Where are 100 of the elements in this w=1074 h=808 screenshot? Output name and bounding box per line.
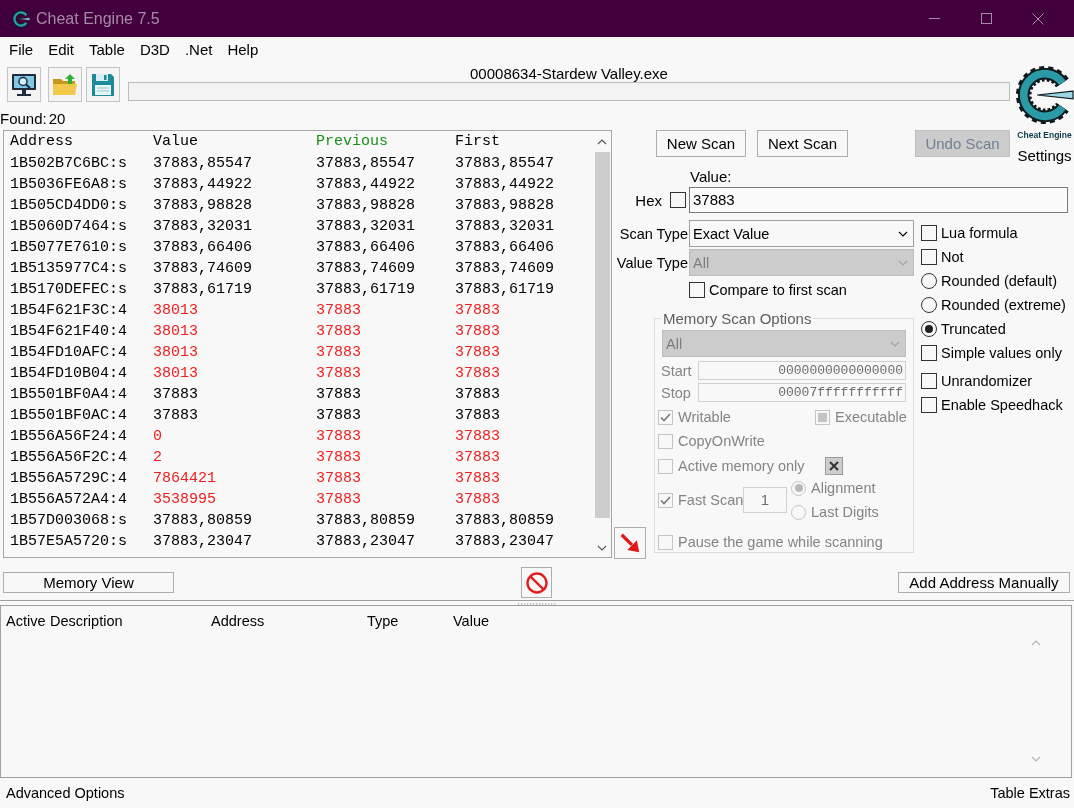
table-cell-text: 37883 xyxy=(316,301,362,321)
column-header[interactable]: Previous xyxy=(316,131,455,153)
x-icon xyxy=(829,461,839,471)
checkbox[interactable] xyxy=(689,281,705,298)
table-cell-text: 1B57E5A5720:s xyxy=(10,532,129,552)
range-label: Stop xyxy=(660,384,692,401)
column-header[interactable]: Active xyxy=(6,613,50,630)
table-cell-text: 37883 xyxy=(455,448,501,468)
table-cell-text: 37883 xyxy=(153,406,199,426)
table-cell-text: 37883,98828 xyxy=(455,196,556,216)
hex-label[interactable]: Hex xyxy=(635,191,662,209)
open-file-button[interactable] xyxy=(48,67,82,102)
table-cell-text: 37883,23047 xyxy=(316,532,417,552)
table-cell-text: 1B54FD10B04:4 xyxy=(10,364,129,384)
column-header[interactable]: Value xyxy=(453,613,489,630)
column-header[interactable]: Address xyxy=(211,613,367,630)
table-cell-text: 37883 xyxy=(316,343,362,363)
checkbox[interactable] xyxy=(921,225,937,241)
save-icon xyxy=(90,72,116,97)
advanced-options-link[interactable]: Advanced Options xyxy=(6,785,125,801)
group-title: Memory Scan Options xyxy=(662,310,813,327)
option-label[interactable]: Rounded (default) xyxy=(941,273,1058,289)
scroll-down-icon xyxy=(1031,756,1041,762)
table-cell-text: 1B556A5729C:4 xyxy=(10,469,129,489)
table-cell-text: 1B5135977C4:s xyxy=(10,259,129,279)
table-cell-text: 37883 xyxy=(455,469,501,489)
table-cell-text: 1B502B7C6BC:s xyxy=(10,154,129,174)
table-cell-text: 37883 xyxy=(455,322,501,342)
scan-type-dropdown[interactable]: Exact Value xyxy=(689,220,914,247)
table-cell-text: 37883 xyxy=(316,469,362,489)
value-input[interactable]: 37883 xyxy=(689,187,1068,213)
menu-item[interactable]: .Net xyxy=(177,40,220,59)
table-cell-text: 37883,44922 xyxy=(316,175,417,195)
option-label[interactable]: Unrandomizer xyxy=(941,373,1033,389)
option-label[interactable]: Simple values only xyxy=(941,345,1062,361)
checkbox[interactable] xyxy=(921,397,937,413)
table-cell-text: 1B54F621F3C:4 xyxy=(10,301,129,321)
table-cell-text: 37883,66406 xyxy=(455,238,556,258)
option-label[interactable]: Truncated xyxy=(941,321,1006,337)
table-cell-text: 38013 xyxy=(153,364,199,384)
table-cell-text: 37883 xyxy=(316,322,362,342)
table-cell-text: 37883,80859 xyxy=(455,511,556,531)
table-cell-text: 1B54F621F40:4 xyxy=(10,322,129,342)
arrow-icon xyxy=(619,532,641,554)
table-cell-text: 37883,61719 xyxy=(455,280,556,300)
option-label[interactable]: Not xyxy=(941,249,964,265)
save-button[interactable] xyxy=(86,67,120,102)
table-cell-text: 37883,23047 xyxy=(153,532,254,552)
new-scan-button[interactable]: New Scan xyxy=(656,130,746,157)
memory-view-button[interactable]: Memory View xyxy=(3,572,174,593)
table-extras-link[interactable]: Table Extras xyxy=(990,785,1070,801)
logo-wordmark: Cheat Engine xyxy=(1017,130,1072,141)
menu-item[interactable]: D3D xyxy=(132,40,178,59)
table-cell-text: 37883,32031 xyxy=(153,217,254,237)
table-cell-text: 37883,32031 xyxy=(316,217,417,237)
table-cell-text: 37883 xyxy=(316,385,362,405)
splitter[interactable] xyxy=(0,600,1074,605)
found-count: 20 xyxy=(48,109,66,127)
table-cell-text: 1B556A572A4:4 xyxy=(10,490,129,510)
column-header[interactable]: Value xyxy=(153,131,316,153)
table-cell-text: 37883 xyxy=(316,406,362,426)
table-cell-text: 37883 xyxy=(455,343,501,363)
settings-link[interactable]: Settings xyxy=(1017,147,1072,164)
column-header[interactable]: Description xyxy=(50,613,211,630)
table-cell-text: 37883 xyxy=(455,427,501,447)
table-cell-text: 2 xyxy=(153,448,163,468)
option-label[interactable]: Lua formula xyxy=(941,225,1018,241)
next-scan-button[interactable]: Next Scan xyxy=(757,130,848,157)
gear-logo-icon[interactable] xyxy=(1015,63,1074,127)
checkbox[interactable] xyxy=(921,345,937,361)
option-label[interactable]: Enable Speedhack xyxy=(941,397,1063,413)
menu-item[interactable]: Help xyxy=(219,40,266,59)
table-cell-text: 37883,85547 xyxy=(316,154,417,174)
table-cell-text: 37883,98828 xyxy=(316,196,417,216)
clear-list-button[interactable] xyxy=(521,567,552,598)
table-cell-text: 37883,85547 xyxy=(153,154,254,174)
option-label[interactable]: Rounded (extreme) xyxy=(941,297,1066,313)
menu-item[interactable]: Edit xyxy=(40,40,82,59)
field-label: Scan Type xyxy=(618,225,689,242)
checkbox[interactable] xyxy=(921,373,937,389)
arrow-button[interactable] xyxy=(614,527,646,559)
checkbox[interactable] xyxy=(670,192,686,208)
table-cell-text: 1B5077E7610:s xyxy=(10,238,129,258)
column-header[interactable]: Address xyxy=(10,131,153,153)
column-header[interactable]: First xyxy=(455,131,580,153)
scroll-thumb[interactable] xyxy=(594,152,610,518)
window-title: Cheat Engine 7.5 xyxy=(36,9,160,28)
table-cell-text: 1B505CD4DD0:s xyxy=(10,196,129,216)
table-cell-text: 37883 xyxy=(455,406,501,426)
column-header[interactable]: Type xyxy=(367,613,453,630)
checkbox-label[interactable]: Compare to first scan xyxy=(709,281,847,298)
table-cell-text: 1B5036FE6A8:s xyxy=(10,175,129,195)
menu-item[interactable]: Table xyxy=(81,40,133,59)
checkbox[interactable] xyxy=(921,249,937,265)
table-cell-text: 1B54FD10AFC:4 xyxy=(10,343,129,363)
gear-logo-icon xyxy=(12,8,30,29)
menu-item[interactable]: File xyxy=(1,40,41,59)
open-process-button[interactable] xyxy=(7,67,41,102)
add-address-button[interactable]: Add Address Manually xyxy=(898,572,1070,593)
table-cell-text: 37883,23047 xyxy=(455,532,556,552)
